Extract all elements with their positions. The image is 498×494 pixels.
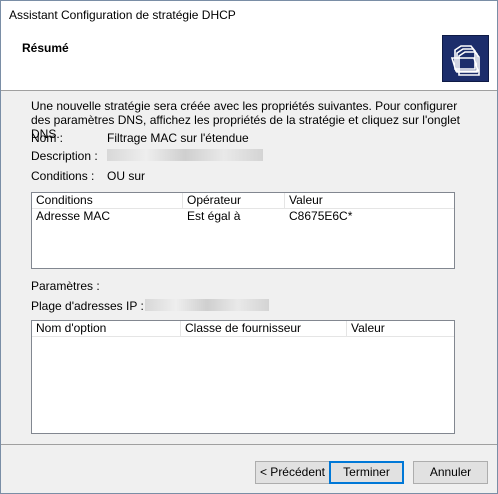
name-value: Filtrage MAC sur l'étendue — [107, 131, 249, 145]
options-list[interactable]: Nom d'option Classe de fournisseur Valeu… — [31, 320, 455, 434]
conditions-value: OU sur — [107, 169, 146, 183]
column-header-operator[interactable]: Opérateur — [183, 193, 285, 208]
options-list-header: Nom d'option Classe de fournisseur Valeu… — [32, 321, 454, 337]
page-title: Résumé — [22, 41, 69, 55]
ip-range-label: Plage d'adresses IP : — [31, 299, 144, 313]
conditions-list-header: Conditions Opérateur Valeur — [32, 193, 454, 209]
column-header-vendor-class[interactable]: Classe de fournisseur — [181, 321, 347, 336]
wizard-window: Assistant Configuration de stratégie DHC… — [0, 0, 498, 494]
column-header-option-value[interactable]: Valeur — [347, 321, 454, 336]
wizard-header: Résumé — [1, 29, 497, 91]
conditions-list[interactable]: Conditions Opérateur Valeur Adresse MAC … — [31, 192, 455, 269]
row-operator: Est égal à — [187, 209, 241, 223]
folders-icon — [442, 35, 489, 82]
footer-divider — [1, 444, 497, 445]
column-header-conditions[interactable]: Conditions — [32, 193, 183, 208]
column-header-option-name[interactable]: Nom d'option — [32, 321, 181, 336]
back-button[interactable]: < Précédent — [255, 461, 330, 484]
ip-range-value-redacted — [145, 299, 269, 311]
column-header-value[interactable]: Valeur — [285, 193, 454, 208]
finish-button[interactable]: Terminer — [329, 461, 404, 484]
intro-text: Une nouvelle stratégie sera créée avec l… — [31, 99, 460, 141]
cancel-button[interactable]: Annuler — [413, 461, 488, 484]
parameters-label: Paramètres : — [31, 279, 100, 293]
title-bar: Assistant Configuration de stratégie DHC… — [1, 1, 497, 29]
window-title: Assistant Configuration de stratégie DHC… — [9, 8, 236, 22]
conditions-label: Conditions : — [31, 169, 95, 183]
row-condition: Adresse MAC — [36, 209, 111, 223]
description-value-redacted — [107, 149, 263, 161]
description-label: Description : — [31, 149, 98, 163]
row-value: C8675E6C* — [289, 209, 353, 223]
name-label: Nom : — [31, 131, 64, 145]
